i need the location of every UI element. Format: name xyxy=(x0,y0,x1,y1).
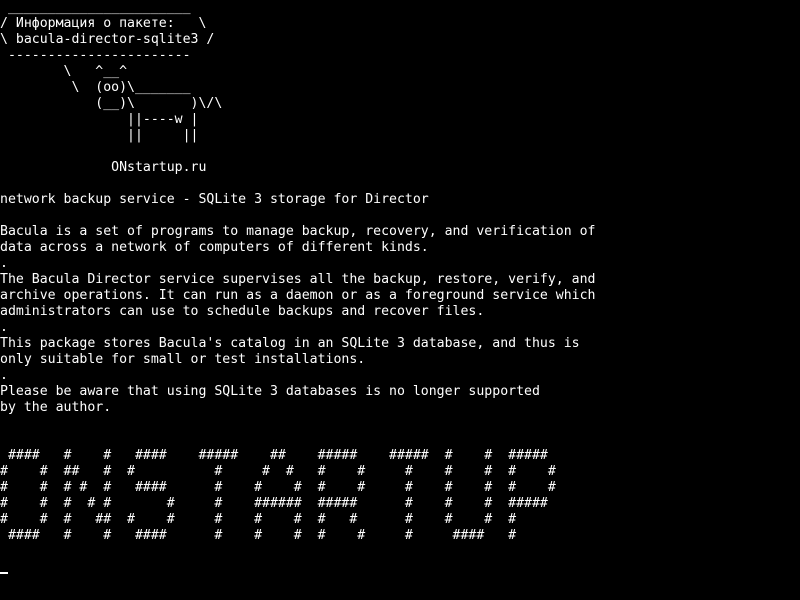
cowsay-line: (__)\ )\/\ xyxy=(0,96,223,111)
description-line: network backup service - SQLite 3 storag… xyxy=(0,192,429,207)
description-line: archive operations. It can run as a daem… xyxy=(0,288,596,303)
banner-line: #### # # #### # # # # # # #### # xyxy=(0,528,517,543)
cowsay-line: \ bacula-director-sqlite3 / xyxy=(0,32,215,47)
banner-line: # # ## # # # # # # # # # # # # xyxy=(0,464,556,479)
description-line: The Bacula Director service supervises a… xyxy=(0,272,596,287)
description-line: administrators can use to schedule backu… xyxy=(0,304,485,319)
description-line: Bacula is a set of programs to manage ba… xyxy=(0,224,596,239)
text-cursor xyxy=(0,572,8,574)
description-line: by the author. xyxy=(0,400,112,415)
description-line: . xyxy=(0,368,8,383)
banner-line: #### # # #### ##### ## ##### ##### # # #… xyxy=(0,448,548,463)
description-line: Please be aware that using SQLite 3 data… xyxy=(0,384,540,399)
terminal-screen[interactable]: _______________________ / Информация о п… xyxy=(0,0,800,600)
description-line: This package stores Bacula's catalog in … xyxy=(0,336,580,351)
description-line: only suitable for small or test installa… xyxy=(0,352,366,367)
cowsay-line: / Информация о пакете: \ xyxy=(0,16,207,31)
banner-line: # # # # # # # ###### ##### # # # ##### xyxy=(0,496,548,511)
description-line: . xyxy=(0,320,8,335)
cowsay-line: ----------------------- xyxy=(0,48,191,63)
cowsay-line: \ ^__^ xyxy=(0,64,128,79)
cowsay-line: || || xyxy=(0,128,199,143)
description-line: data across a network of computers of di… xyxy=(0,240,429,255)
description-line: . xyxy=(0,256,8,271)
cowsay-line: ONstartup.ru xyxy=(0,160,207,175)
cowsay-line: _______________________ xyxy=(0,0,191,15)
banner-line: # # # ## # # # # # # # # # # # xyxy=(0,512,517,527)
banner-line: # # # # # #### # # # # # # # # # # xyxy=(0,480,556,495)
cowsay-line: ||----w | xyxy=(0,112,199,127)
cowsay-line: \ (oo)\_______ xyxy=(0,80,191,95)
